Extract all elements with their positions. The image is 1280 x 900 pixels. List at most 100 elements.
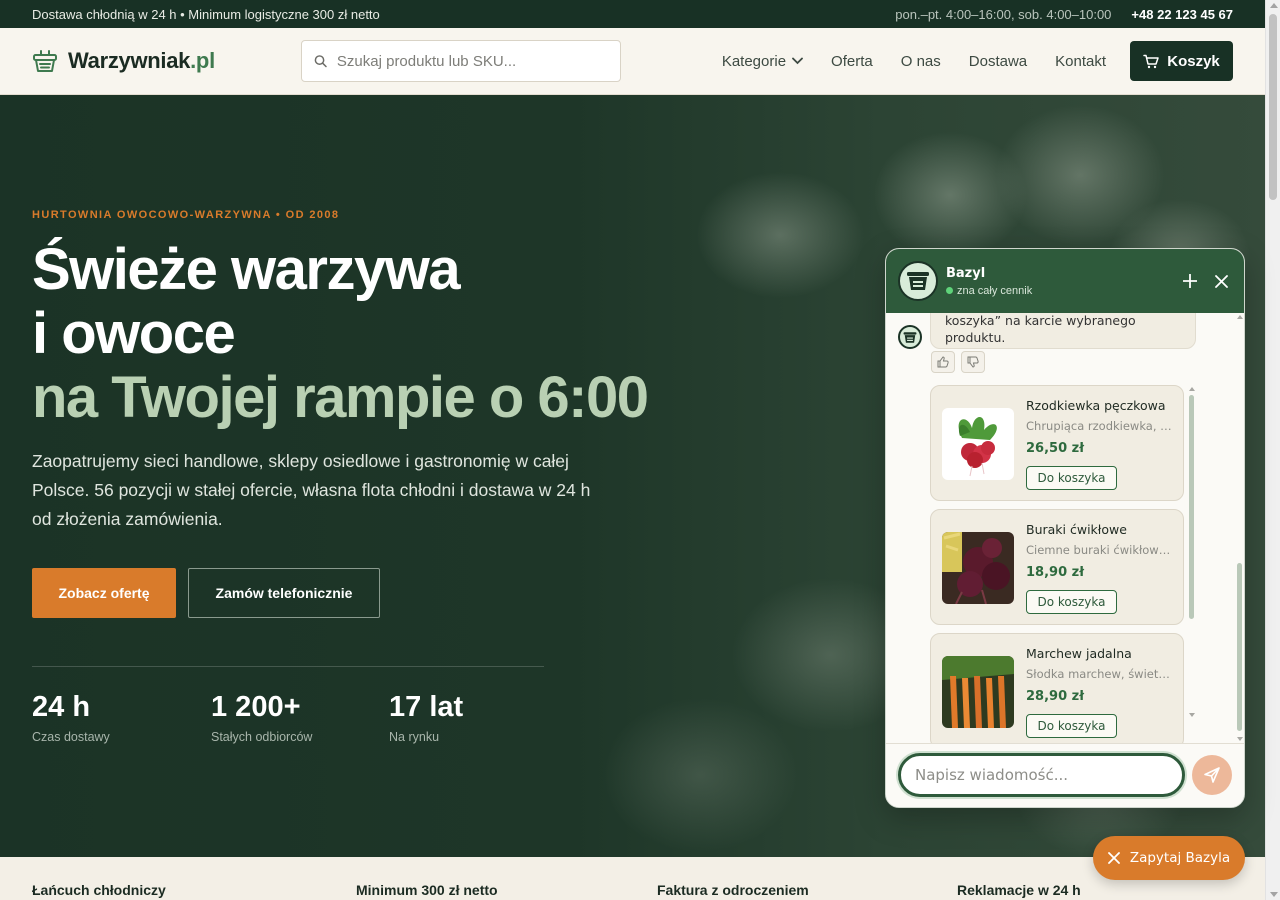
search-icon bbox=[314, 55, 327, 68]
promo-text: Dostawa chłodnią w 24 h • Minimum logist… bbox=[32, 6, 380, 22]
add-to-cart-button[interactable]: Do koszyka bbox=[1026, 590, 1117, 614]
nav-categories[interactable]: Kategorie bbox=[722, 53, 803, 70]
stat-value: 17 lat bbox=[389, 691, 464, 723]
product-image-beetroot bbox=[942, 532, 1014, 604]
chat-composer bbox=[886, 743, 1244, 807]
order-by-phone-button[interactable]: Zamów telefonicznie bbox=[188, 568, 380, 618]
stat-clients: 1 200+ Stałych odbiorców bbox=[211, 691, 312, 744]
hero-title-line1: Świeże warzywa bbox=[32, 237, 461, 302]
product-name: Marchew jadalna bbox=[1026, 646, 1132, 661]
scroll-up-arrow-icon[interactable] bbox=[1270, 3, 1278, 8]
product-price: 26,50 zł bbox=[1026, 441, 1085, 456]
chat-launcher-button[interactable]: Zapytaj Bazyla bbox=[1093, 836, 1245, 880]
product-description: Chrupiąca rzodkiewka, świeża bbox=[1026, 419, 1176, 433]
chat-messages[interactable]: koszyka” na karcie wybranego produktu. R… bbox=[886, 313, 1244, 745]
stat-delivery-time: 24 h Czas dostawy bbox=[32, 691, 110, 744]
cart-button[interactable]: Koszyk bbox=[1130, 41, 1233, 81]
hero-title-line3: na Twojej rampie o 6:00 bbox=[32, 365, 649, 430]
product-image-radish bbox=[942, 408, 1014, 480]
stat-label: Stałych odbiorców bbox=[211, 730, 313, 744]
logo[interactable]: Warzywniak.pl bbox=[32, 48, 301, 74]
opening-hours: pon.–pt. 4:00–16:00, sob. 4:00–10:00 bbox=[895, 6, 1112, 22]
basket-icon bbox=[33, 50, 57, 72]
chat-widget: Bazyl zna cały cennik koszyka” na karcie… bbox=[885, 248, 1245, 808]
message-text-partial: koszyka” na karcie wybranego bbox=[945, 313, 1136, 328]
page-scrollbar[interactable] bbox=[1265, 0, 1280, 900]
send-icon bbox=[1204, 767, 1220, 783]
product-name: Buraki ćwikłowe bbox=[1026, 522, 1127, 537]
hero-title-line2: i owoce bbox=[32, 301, 236, 366]
stat-label: Czas dostawy bbox=[32, 730, 110, 744]
bot-avatar-small bbox=[898, 325, 922, 349]
thumbs-up-icon bbox=[937, 356, 949, 368]
product-description: Ciemne buraki ćwikłowe, słodkie bbox=[1026, 543, 1176, 557]
add-to-cart-button[interactable]: Do koszyka bbox=[1026, 466, 1117, 490]
nav-offer[interactable]: Oferta bbox=[831, 53, 873, 70]
chat-scroll-down-icon[interactable] bbox=[1237, 737, 1243, 741]
nav-categories-label: Kategorie bbox=[721, 52, 787, 70]
send-button[interactable] bbox=[1192, 755, 1232, 795]
chat-title: Bazyl zna cały cennik bbox=[946, 266, 1032, 297]
feature-item: Faktura z odroczeniem bbox=[657, 882, 809, 898]
cart-icon bbox=[1143, 54, 1159, 68]
chat-message-input[interactable] bbox=[898, 753, 1185, 797]
online-dot-icon bbox=[946, 287, 953, 294]
basket-icon bbox=[903, 331, 917, 343]
add-to-cart-button[interactable]: Do koszyka bbox=[1026, 714, 1117, 738]
product-name: Rzodkiewka pęczkowa bbox=[1026, 398, 1166, 413]
see-offer-button[interactable]: Zobacz ofertę bbox=[32, 568, 176, 618]
carousel-scroll-down-icon[interactable] bbox=[1189, 713, 1195, 717]
message-text: produktu. bbox=[945, 330, 1006, 345]
scroll-down-arrow-icon[interactable] bbox=[1270, 892, 1278, 897]
hero-lead: Zaopatrujemy sieci handlowe, sklepy osie… bbox=[32, 451, 591, 529]
feature-item: Łańcuch chłodniczy bbox=[32, 882, 166, 898]
hero-divider bbox=[32, 666, 544, 667]
logo-name: Warzywniak bbox=[68, 48, 191, 73]
thumbs-down-icon bbox=[967, 356, 979, 368]
bot-name: Bazyl bbox=[946, 265, 986, 281]
chat-header: Bazyl zna cały cennik bbox=[886, 249, 1244, 313]
chat-launcher-label: Zapytaj Bazyla bbox=[1129, 850, 1231, 866]
feature-item: Reklamacje w 24 h bbox=[957, 882, 1081, 898]
bot-avatar bbox=[898, 261, 938, 301]
close-icon bbox=[1107, 852, 1120, 864]
product-price: 18,90 zł bbox=[1026, 565, 1085, 580]
search-input[interactable] bbox=[336, 52, 608, 70]
product-card[interactable]: Rzodkiewka pęczkowa Chrupiąca rzodkiewka… bbox=[930, 385, 1184, 501]
feature-item: Minimum 300 zł netto bbox=[356, 882, 498, 898]
product-image-carrot bbox=[942, 656, 1014, 728]
bot-status: zna cały cennik bbox=[946, 285, 1032, 297]
logo-tld: .pl bbox=[190, 48, 215, 73]
chat-scrollbar[interactable] bbox=[1237, 563, 1242, 731]
product-list-scrollbar[interactable] bbox=[1189, 395, 1194, 619]
bot-message: koszyka” na karcie wybranego produktu. bbox=[930, 313, 1196, 349]
hero-title: Świeże warzywa i owoce na Twojej rampie … bbox=[32, 237, 649, 430]
stat-value: 24 h bbox=[32, 691, 91, 723]
stat-years: 17 lat Na rynku bbox=[389, 691, 463, 744]
thumbs-up-button[interactable] bbox=[931, 351, 955, 373]
search-box bbox=[301, 40, 621, 82]
product-card[interactable]: Marchew jadalna Słodka marchew, świetna … bbox=[930, 633, 1184, 745]
new-chat-plus-icon[interactable] bbox=[1183, 274, 1197, 288]
scrollbar-thumb[interactable] bbox=[1269, 14, 1277, 200]
thumbs-down-button[interactable] bbox=[961, 351, 985, 373]
product-description: Słodka marchew, świetna do soków bbox=[1026, 667, 1176, 681]
phone-link[interactable]: +48 22 123 45 67 bbox=[1131, 7, 1233, 22]
chat-actions bbox=[1183, 274, 1232, 288]
site-header: Warzywniak.pl Kategorie Oferta O nas Dos… bbox=[0, 28, 1265, 95]
chat-scroll-up-icon[interactable] bbox=[1237, 315, 1243, 319]
hero-eyebrow: HURTOWNIA OWOCOWO-WARZYWNA • OD 2008 bbox=[32, 209, 340, 221]
nav-contact[interactable]: Kontakt bbox=[1055, 53, 1106, 70]
chevron-down-icon bbox=[792, 57, 803, 65]
main-nav: Kategorie Oferta O nas Dostawa Kontakt bbox=[722, 53, 1106, 70]
carousel-scroll-up-icon[interactable] bbox=[1189, 387, 1195, 391]
close-icon[interactable] bbox=[1215, 274, 1228, 288]
product-card[interactable]: Buraki ćwikłowe Ciemne buraki ćwikłowe, … bbox=[930, 509, 1184, 625]
top-info-bar: Dostawa chłodnią w 24 h • Minimum logist… bbox=[0, 0, 1265, 28]
bot-status-text: zna cały cennik bbox=[957, 284, 1033, 297]
basket-icon bbox=[907, 272, 929, 290]
nav-delivery[interactable]: Dostawa bbox=[969, 53, 1027, 70]
cart-label: Koszyk bbox=[1167, 52, 1220, 70]
nav-about[interactable]: O nas bbox=[901, 53, 941, 70]
stat-value: 1 200+ bbox=[211, 691, 301, 723]
